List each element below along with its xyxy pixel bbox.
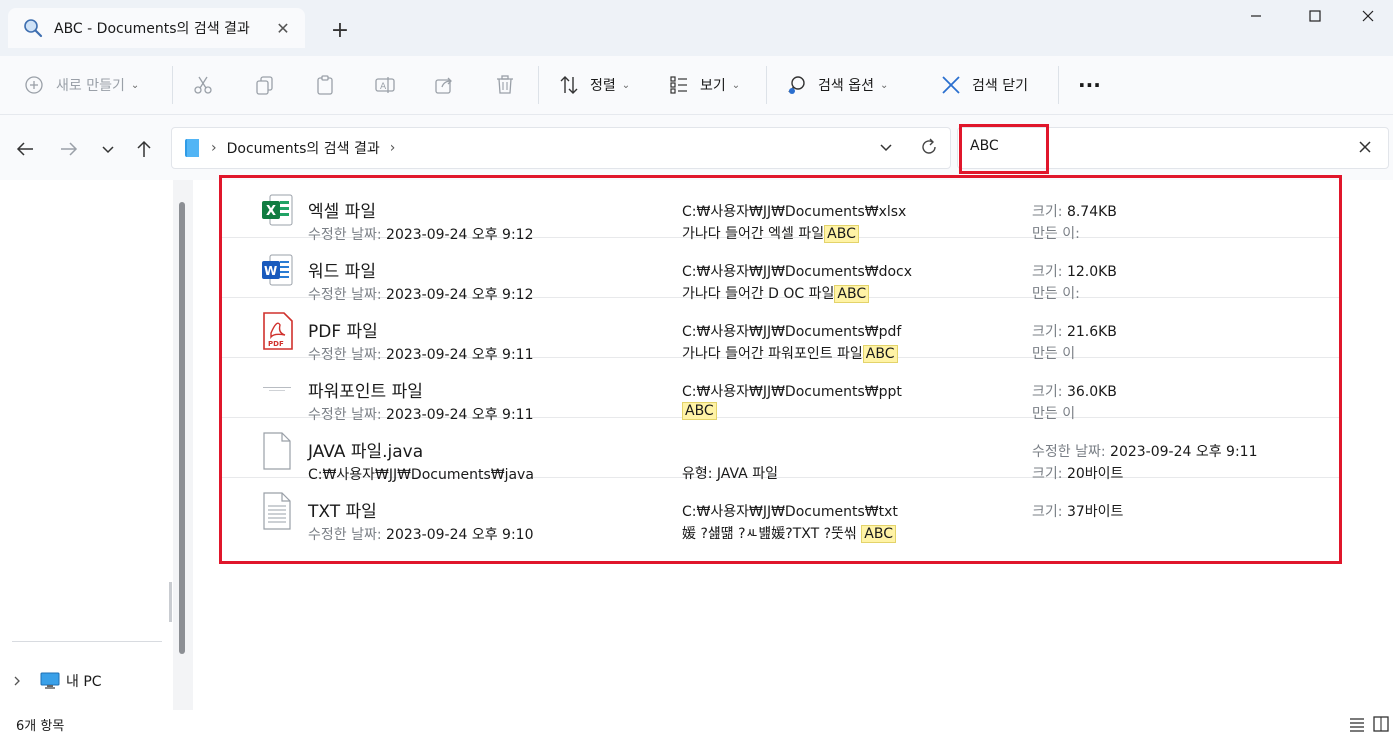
sidebar-item-label: 내 PC: [66, 674, 102, 690]
search-options-label: 검색 옵션: [818, 78, 874, 94]
details-view-icon: [1350, 718, 1364, 732]
copy-icon: [256, 76, 273, 95]
paste-button[interactable]: [314, 65, 336, 105]
search-options-icon: [788, 76, 805, 94]
tiles-view-button[interactable]: [1372, 715, 1390, 733]
folder-icon: [183, 138, 201, 158]
search-options-button[interactable]: 검색 옵션 ⌄: [786, 65, 888, 105]
arrow-left-icon: [16, 142, 33, 156]
up-button[interactable]: [130, 135, 158, 163]
minimize-button[interactable]: [1233, 0, 1279, 32]
window-tab[interactable]: ABC - Documents의 검색 결과 ✕: [8, 8, 305, 48]
sort-icon: [560, 76, 578, 94]
arrow-up-icon: [137, 140, 151, 157]
new-button-label: 새로 만들기: [56, 78, 125, 94]
address-history-button[interactable]: [878, 139, 894, 159]
chevron-down-icon: ⌄: [621, 79, 631, 91]
more-options-button[interactable]: ···: [1078, 65, 1101, 105]
back-button[interactable]: [11, 135, 39, 163]
cut-button[interactable]: [192, 65, 214, 105]
clipboard-icon: [317, 75, 333, 95]
tab-close-button[interactable]: ✕: [273, 18, 293, 38]
sidebar-divider: [12, 641, 162, 642]
sort-button[interactable]: 정렬 ⌄: [558, 65, 630, 105]
scrollbar-thumb[interactable]: [179, 202, 185, 654]
title-bar: ABC - Documents의 검색 결과 ✕ +: [0, 0, 1393, 56]
view-label: 보기: [700, 78, 726, 94]
recent-locations-button[interactable]: [94, 135, 122, 163]
search-query-highlight-box: [959, 124, 1049, 174]
chevron-down-icon: ⌄: [731, 79, 741, 91]
chevron-down-icon: ⌄: [130, 79, 140, 91]
rename-button[interactable]: A: [374, 65, 396, 105]
computer-icon: [40, 672, 60, 690]
chevron-down-icon: [880, 144, 892, 152]
close-icon: [942, 76, 960, 94]
share-button[interactable]: [434, 65, 456, 105]
sort-label: 정렬: [590, 78, 616, 94]
view-list-icon: [670, 76, 687, 94]
toolbar-divider: [766, 66, 767, 104]
clear-search-button[interactable]: [1355, 137, 1375, 157]
sidebar-item-this-pc[interactable]: 내 PC: [12, 668, 102, 694]
item-count: 6개 항목: [16, 719, 65, 734]
chevron-down-icon: [102, 146, 114, 154]
breadcrumb-location[interactable]: Documents의 검색 결과: [227, 138, 380, 158]
search-icon: [22, 17, 44, 39]
close-search-button[interactable]: 검색 닫기: [940, 65, 1028, 105]
delete-button[interactable]: [494, 65, 516, 105]
breadcrumb-separator: ›: [389, 140, 396, 156]
refresh-icon: [922, 138, 936, 154]
trash-icon: [497, 75, 513, 94]
close-search-label: 검색 닫기: [972, 78, 1028, 94]
details-view-button[interactable]: [1348, 715, 1366, 733]
results-highlight-box: [219, 175, 1342, 564]
close-icon: [1359, 141, 1371, 153]
breadcrumb-separator: ›: [211, 140, 217, 156]
copy-button[interactable]: [254, 65, 276, 105]
toolbar-divider: [538, 66, 539, 104]
new-tab-button[interactable]: +: [326, 16, 354, 44]
command-bar: 새로 만들기 ⌄ A 정렬 ⌄ 보기 ⌄ 검색 옵션 ⌄ 검색 닫기 ···: [0, 56, 1393, 114]
chevron-right-icon: [12, 675, 28, 687]
tab-title: ABC - Documents의 검색 결과: [54, 21, 250, 37]
chevron-down-icon: ⌄: [879, 79, 889, 91]
status-bar: 6개 항목: [0, 710, 1393, 737]
toolbar-divider: [172, 66, 173, 104]
plus-circle-icon: [25, 76, 43, 94]
navigation-bar: › Documents의 검색 결과 ›: [0, 114, 1393, 180]
forward-button[interactable]: [55, 135, 83, 163]
share-icon: [435, 77, 452, 94]
address-bar[interactable]: › Documents의 검색 결과 ›: [171, 127, 951, 169]
close-window-button[interactable]: [1345, 0, 1391, 32]
svg-text:A: A: [380, 82, 387, 92]
refresh-button[interactable]: [919, 137, 939, 161]
arrow-right-icon: [61, 142, 78, 156]
view-button[interactable]: 보기 ⌄: [668, 65, 740, 105]
toolbar-divider: [1058, 66, 1059, 104]
pane-resize-handle[interactable]: [169, 582, 172, 622]
new-button[interactable]: 새로 만들기 ⌄: [24, 65, 139, 105]
rename-icon: A: [375, 77, 395, 93]
tiles-view-icon: [1373, 716, 1389, 732]
scissors-icon: [194, 76, 212, 94]
maximize-button[interactable]: [1292, 0, 1338, 32]
navigation-pane: [0, 180, 171, 710]
